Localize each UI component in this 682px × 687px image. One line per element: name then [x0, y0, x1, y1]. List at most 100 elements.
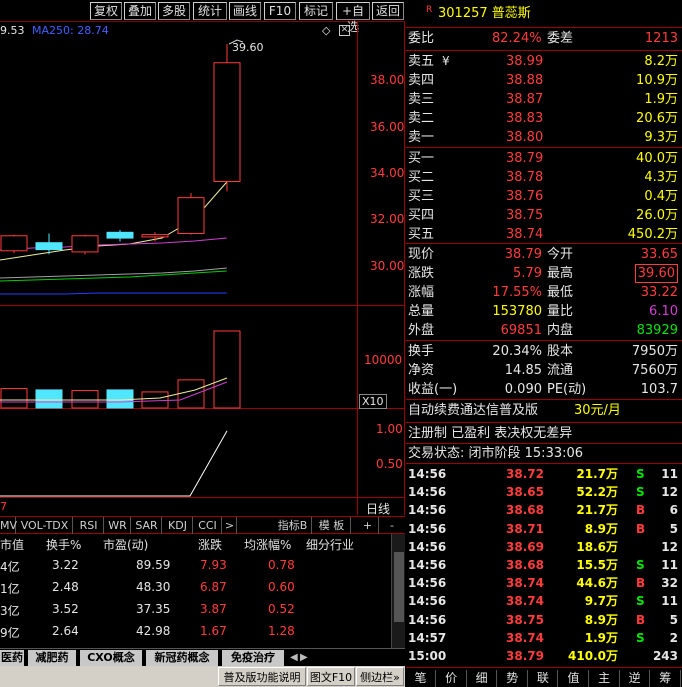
right-panel-tab[interactable]: 筹: [651, 670, 681, 687]
bid-row[interactable]: 买五 38.74 450.2万: [406, 225, 682, 244]
f10-text-button[interactable]: 图文F10: [307, 667, 355, 686]
col-header-avg-change[interactable]: 均涨幅%: [244, 536, 291, 553]
candle-body[interactable]: [35, 242, 63, 251]
volume-bar[interactable]: [106, 389, 134, 409]
tab-concept-covid-drug[interactable]: 新冠药概念: [146, 650, 218, 666]
tick-row[interactable]: 14:56 38.68 21.7万 B 6: [406, 501, 682, 519]
tick-row[interactable]: 14:57 38.74 1.9万 S 2: [406, 629, 682, 647]
bid-price: 38.75: [506, 208, 544, 223]
kline-chart-area[interactable]: 9.53 MA250: 28.74 ◇ ✕ 38.00 36.00 34.00 …: [0, 22, 405, 517]
tab-concept-cxo[interactable]: CXO概念: [80, 650, 142, 666]
right-panel-tab[interactable]: 细: [467, 670, 498, 687]
tick-row[interactable]: 14:56 38.72 21.7万 S 11: [406, 465, 682, 483]
restore-rights-button[interactable]: 复权: [90, 2, 122, 20]
volume-bar[interactable]: [141, 391, 169, 409]
tab-sar[interactable]: SAR: [132, 517, 162, 534]
bid-row[interactable]: 买二 38.78 4.3万: [406, 168, 682, 187]
right-panel-tab[interactable]: 势: [498, 670, 528, 687]
bid-row[interactable]: 买四 38.75 26.0万: [406, 206, 682, 225]
stat-row: 外盘 69851 内盘 83929: [406, 321, 682, 340]
trade-status-line: 交易状态: 闭市阶段 15:33:06: [408, 446, 584, 461]
col-header-turnover[interactable]: 换手%: [46, 536, 81, 553]
tab-cci[interactable]: CCI: [194, 517, 222, 534]
volume-bar[interactable]: [0, 388, 28, 409]
right-panel-tab[interactable]: 价: [437, 670, 467, 687]
tick-row[interactable]: 15:00 38.79 410.0万 243: [406, 647, 682, 665]
table-row[interactable]: 1亿 2.48 48.30 6.87 0.60: [0, 580, 390, 602]
tab-vol-tdx[interactable]: VOL-TDX: [17, 517, 73, 534]
volume-bar[interactable]: [71, 390, 99, 409]
tick-row[interactable]: 14:56 38.74 9.7万 S 11: [406, 592, 682, 610]
stock-header: R 301257 普蕊斯: [406, 3, 682, 25]
tick-row[interactable]: 14:56 38.68 15.5万 S 11: [406, 556, 682, 574]
col-header-industry[interactable]: 细分行业: [306, 536, 354, 553]
tab-mv[interactable]: MV: [0, 517, 17, 534]
candle-body[interactable]: [106, 231, 134, 239]
tick-row[interactable]: 14:56 38.69 18.6万 12: [406, 538, 682, 556]
right-panel-tab[interactable]: 逆: [620, 670, 651, 687]
table-scrollbar[interactable]: [391, 534, 405, 648]
right-panel-tab[interactable]: 联: [528, 670, 559, 687]
mark-button[interactable]: 标记: [299, 2, 333, 20]
tick-row[interactable]: 14:56 38.71 8.9万 B 5: [406, 520, 682, 538]
ask-row[interactable]: 卖一 38.80 9.3万: [406, 128, 682, 147]
zoom-in-button[interactable]: +: [357, 517, 379, 534]
zoom-out-button[interactable]: -: [381, 517, 403, 534]
scroll-left-icon[interactable]: ◀: [290, 652, 298, 663]
table-row[interactable]: 3亿 3.52 37.35 3.87 0.52: [0, 602, 390, 624]
right-panel-tab[interactable]: 值: [559, 670, 589, 687]
candle-body[interactable]: [213, 62, 241, 182]
scrollbar-thumb[interactable]: [394, 552, 404, 622]
tick-row[interactable]: 14:56 38.74 44.6万 B 32: [406, 574, 682, 592]
price-axis-tick: 36.00: [370, 120, 405, 134]
ask-row[interactable]: 卖五 ¥38.99 8.2万: [406, 52, 682, 71]
volume-bar[interactable]: [35, 389, 63, 409]
tab-rsi[interactable]: RSI: [74, 517, 104, 534]
tick-row[interactable]: 14:56 38.75 8.9万 B 5: [406, 611, 682, 629]
template-button[interactable]: 模 板: [313, 517, 351, 534]
bid-row[interactable]: 买一 38.79 40.0万: [406, 149, 682, 168]
ask-row[interactable]: 卖二 38.83 20.6万: [406, 109, 682, 128]
candle-body[interactable]: [71, 235, 99, 253]
ask-row[interactable]: 卖三 38.87 1.9万: [406, 90, 682, 109]
multi-stock-button[interactable]: 多股: [158, 2, 190, 20]
stat-value: 33.65: [640, 247, 678, 262]
bid-price: 38.76: [506, 189, 544, 204]
sidebar-toggle-button[interactable]: 侧边栏»: [356, 667, 404, 686]
table-row[interactable]: 4亿 3.22 89.59 7.93 0.78: [0, 558, 390, 580]
add-watchlist-button[interactable]: +自选: [336, 2, 370, 34]
stat-label: 最高: [547, 266, 574, 281]
promo-banner[interactable]: 自动续费通达信普及版 30元/月: [406, 401, 682, 421]
table-row[interactable]: 9亿 2.64 42.98 1.67 1.28: [0, 624, 390, 646]
ask-row[interactable]: 卖四 38.88 10.9万: [406, 71, 682, 90]
col-header-mv[interactable]: 市值: [0, 536, 24, 553]
volume-bar[interactable]: [177, 379, 205, 409]
overlay-button[interactable]: 叠加: [124, 2, 156, 20]
col-header-change[interactable]: 涨跌: [198, 536, 222, 553]
stat-label: 今开: [547, 247, 574, 262]
tab-concept-medicine[interactable]: 医药: [0, 650, 24, 666]
back-button[interactable]: 返回: [372, 2, 404, 20]
tab-wr[interactable]: WR: [105, 517, 131, 534]
tick-row[interactable]: 14:56 38.65 52.2万 S 12: [406, 483, 682, 501]
stat-value: 20.34%: [492, 344, 542, 359]
candle-body[interactable]: [141, 234, 169, 238]
period-label[interactable]: 日线: [366, 500, 390, 517]
tab-more[interactable]: >: [223, 517, 237, 534]
tab-concept-weight-loss[interactable]: 减肥药: [28, 650, 76, 666]
statistics-button[interactable]: 统计: [193, 2, 227, 20]
tab-concept-immunotherapy[interactable]: 免疫治疗: [222, 650, 284, 666]
f10-button[interactable]: F10: [264, 2, 296, 20]
indicator-b-button[interactable]: 指标B: [274, 517, 312, 534]
tab-kdj[interactable]: KDJ: [163, 517, 193, 534]
feature-info-button[interactable]: 普及版功能说明: [218, 667, 306, 686]
candle-body[interactable]: [177, 197, 205, 234]
scroll-right-icon[interactable]: ▶: [300, 652, 308, 663]
col-header-pe[interactable]: 市盈(动): [103, 536, 148, 553]
right-panel-tab[interactable]: 主: [590, 670, 620, 687]
draw-line-button[interactable]: 画线: [229, 2, 261, 20]
bid-row[interactable]: 买三 38.76 0.4万: [406, 187, 682, 206]
candle-body[interactable]: [0, 235, 28, 252]
right-panel-tab[interactable]: 笔: [406, 670, 436, 687]
volume-bar[interactable]: [213, 330, 241, 409]
